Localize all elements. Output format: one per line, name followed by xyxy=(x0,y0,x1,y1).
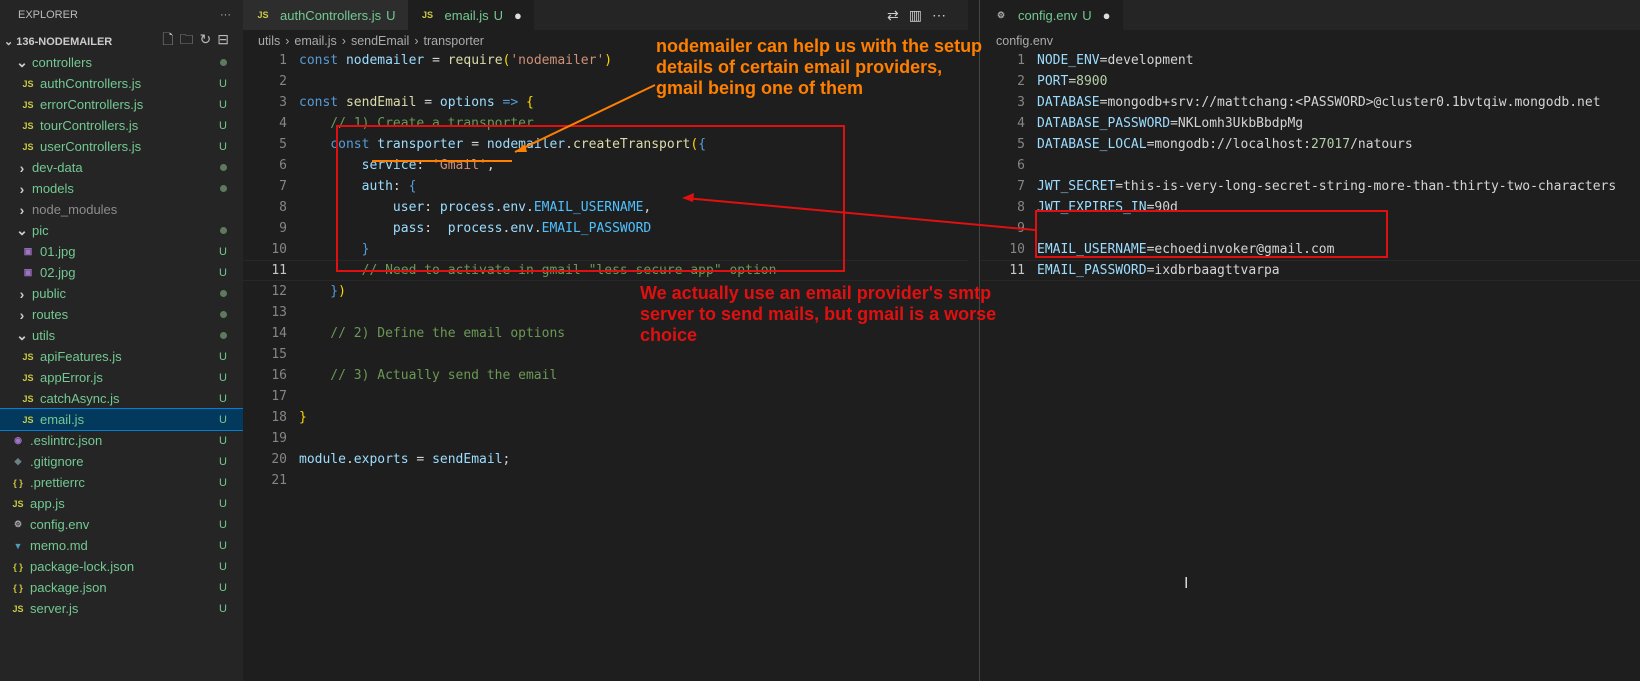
orange-arrow-head xyxy=(515,144,527,152)
annotation-orange: nodemailer can help us with the setup de… xyxy=(656,36,983,98)
red-arrow xyxy=(684,197,1036,231)
red-arrow-head xyxy=(682,193,694,202)
orange-arrow xyxy=(514,84,656,153)
annotation-red: We actually use an email provider's smtp… xyxy=(640,283,997,345)
